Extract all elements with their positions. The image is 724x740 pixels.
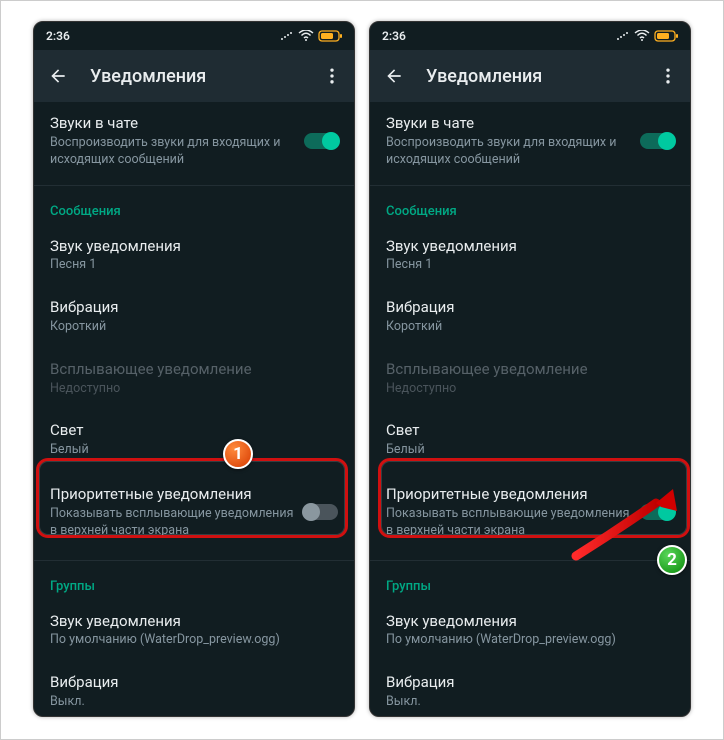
status-time: 2:36 — [382, 29, 406, 43]
divider — [34, 185, 354, 186]
chat-sounds-sub: Воспроизводить звуки для входящих и исхо… — [50, 135, 294, 169]
msg-sound-label: Звук уведомления — [386, 237, 674, 256]
msg-sound-row[interactable]: Звук уведомления Песня 1 — [34, 225, 354, 287]
msg-light-value: Белый — [50, 442, 338, 459]
settings-list: Звуки в чате Воспроизводить звуки для вх… — [370, 102, 690, 716]
more-vert-icon — [658, 66, 678, 86]
msg-popup-value: Недоступно — [386, 381, 674, 398]
msg-popup-row: Всплывающее уведомление Недоступно — [34, 348, 354, 410]
section-groups: Группы — [370, 565, 690, 600]
page-title: Уведомления — [426, 66, 636, 87]
arrow-back-icon — [384, 66, 404, 86]
status-bar: 2:36 — [34, 22, 354, 50]
grp-sound-row[interactable]: Звук уведомления По умолчанию (WaterDrop… — [370, 600, 690, 662]
wifi-icon — [298, 30, 314, 42]
chat-sounds-sub: Воспроизводить звуки для входящих и исхо… — [386, 135, 630, 169]
battery-icon — [318, 30, 342, 42]
dots-icon — [280, 31, 294, 41]
wifi-icon — [634, 30, 650, 42]
app-bar: Уведомления — [370, 50, 690, 102]
msg-sound-value: Песня 1 — [386, 257, 674, 274]
battery-icon — [654, 30, 678, 42]
more-vert-icon — [322, 66, 342, 86]
chat-sounds-toggle[interactable] — [304, 133, 338, 149]
chat-sounds-toggle[interactable] — [640, 133, 674, 149]
msg-popup-label: Всплывающее уведомление — [50, 360, 338, 379]
page-title: Уведомления — [90, 66, 300, 87]
msg-popup-label: Всплывающее уведомление — [386, 360, 674, 379]
msg-vibration-row[interactable]: Вибрация Короткий — [370, 286, 690, 348]
more-button[interactable] — [654, 62, 682, 90]
msg-priority-row[interactable]: Приоритетные уведомления Показывать вспл… — [34, 471, 354, 556]
status-icons — [280, 30, 342, 42]
chat-sounds-row[interactable]: Звуки в чате Воспроизводить звуки для вх… — [34, 102, 354, 181]
grp-vibration-row[interactable]: Вибрация Выкл. — [370, 661, 690, 716]
grp-sound-value: По умолчанию (WaterDrop_preview.ogg) — [50, 632, 338, 649]
grp-sound-value: По умолчанию (WaterDrop_preview.ogg) — [386, 632, 674, 649]
msg-priority-sub: Показывать всплывающие уведомления в вер… — [386, 506, 630, 540]
msg-light-row[interactable]: Свет Белый — [34, 409, 354, 471]
msg-popup-value: Недоступно — [50, 381, 338, 398]
grp-sound-row[interactable]: Звук уведомления По умолчанию (WaterDrop… — [34, 600, 354, 662]
grp-vibration-value: Выкл. — [386, 694, 674, 711]
msg-popup-row: Всплывающее уведомление Недоступно — [370, 348, 690, 410]
settings-list: Звуки в чате Воспроизводить звуки для вх… — [34, 102, 354, 716]
msg-light-row[interactable]: Свет Белый — [370, 409, 690, 471]
section-messages: Сообщения — [34, 190, 354, 225]
msg-priority-toggle-on[interactable] — [640, 504, 674, 520]
app-bar: Уведомления — [34, 50, 354, 102]
msg-vibration-label: Вибрация — [386, 298, 674, 317]
back-button[interactable] — [44, 62, 72, 90]
divider — [370, 185, 690, 186]
phone-left: 2:36 Уведомления Звуки в чате Воспроизво… — [33, 21, 355, 717]
grp-sound-label: Звук уведомления — [386, 612, 674, 631]
msg-vibration-label: Вибрация — [50, 298, 338, 317]
status-time: 2:36 — [46, 29, 70, 43]
step-badge-2: 2 — [657, 545, 687, 575]
msg-vibration-value: Короткий — [50, 319, 338, 336]
msg-vibration-value: Короткий — [386, 319, 674, 336]
msg-sound-row[interactable]: Звук уведомления Песня 1 — [370, 225, 690, 287]
section-messages: Сообщения — [370, 190, 690, 225]
more-button[interactable] — [318, 62, 346, 90]
msg-sound-label: Звук уведомления — [50, 237, 338, 256]
grp-vibration-label: Вибрация — [386, 673, 674, 692]
step-badge-1: 1 — [223, 439, 253, 469]
msg-priority-label: Приоритетные уведомления — [386, 485, 630, 504]
msg-sound-value: Песня 1 — [50, 257, 338, 274]
msg-priority-row[interactable]: Приоритетные уведомления Показывать вспл… — [370, 471, 690, 556]
arrow-back-icon — [48, 66, 68, 86]
divider — [34, 560, 354, 561]
msg-priority-label: Приоритетные уведомления — [50, 485, 294, 504]
grp-sound-label: Звук уведомления — [50, 612, 338, 631]
msg-priority-toggle-off[interactable] — [304, 504, 338, 520]
divider — [370, 560, 690, 561]
grp-vibration-row[interactable]: Вибрация Выкл. — [34, 661, 354, 716]
status-icons — [616, 30, 678, 42]
msg-light-label: Свет — [50, 421, 338, 440]
status-bar: 2:36 — [370, 22, 690, 50]
phone-right: 2:36 Уведомления Звуки в чате Воспроизво… — [369, 21, 691, 717]
dots-icon — [616, 31, 630, 41]
grp-vibration-label: Вибрация — [50, 673, 338, 692]
grp-vibration-value: Выкл. — [50, 694, 338, 711]
chat-sounds-label: Звуки в чате — [50, 114, 294, 133]
msg-light-label: Свет — [386, 421, 674, 440]
msg-vibration-row[interactable]: Вибрация Короткий — [34, 286, 354, 348]
chat-sounds-row[interactable]: Звуки в чате Воспроизводить звуки для вх… — [370, 102, 690, 181]
msg-priority-sub: Показывать всплывающие уведомления в вер… — [50, 506, 294, 540]
section-groups: Группы — [34, 565, 354, 600]
back-button[interactable] — [380, 62, 408, 90]
msg-light-value: Белый — [386, 442, 674, 459]
chat-sounds-label: Звуки в чате — [386, 114, 630, 133]
